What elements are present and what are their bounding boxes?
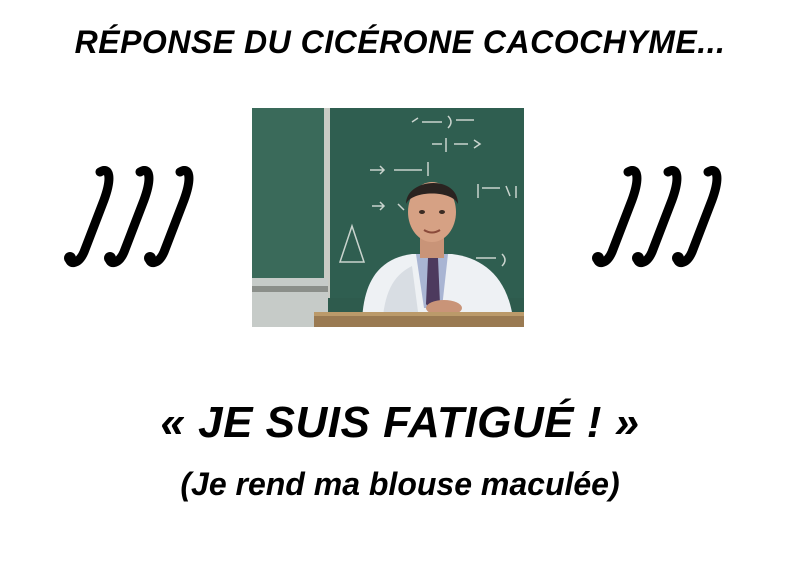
main-quote: « JE SUIS FATIGUÉ ! »	[160, 398, 640, 447]
lecturer-photo	[252, 108, 524, 327]
triple-integral-icon	[588, 160, 728, 280]
triple-integral-icon	[60, 160, 200, 280]
page-title: RÉPONSE DU CICÉRONE CACOCHYME...	[74, 24, 726, 60]
sub-quote: (Je rend ma blouse maculée)	[180, 466, 620, 502]
